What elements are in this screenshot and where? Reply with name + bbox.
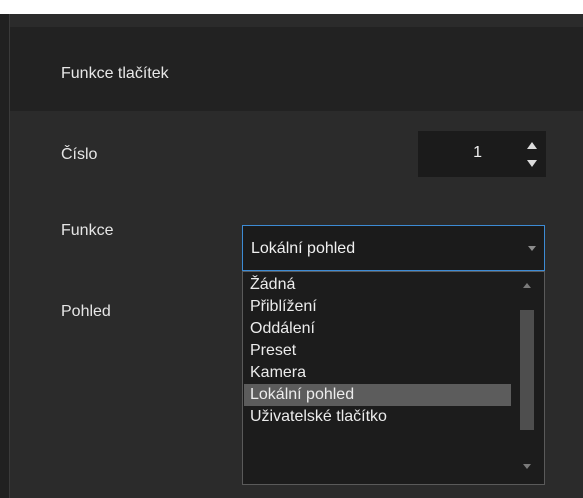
chevron-down-icon[interactable]: [520, 226, 544, 270]
dropdown-scrollbar[interactable]: [512, 273, 543, 483]
function-select[interactable]: Lokální pohled: [242, 225, 545, 271]
scroll-down-icon[interactable]: [520, 459, 534, 473]
panel-title: Funkce tlačítek: [61, 65, 169, 82]
option-user-button[interactable]: Uživatelské tlačítko: [244, 406, 511, 428]
view-label: Pohled: [61, 303, 111, 320]
option-zoom-in[interactable]: Přiblížení: [244, 296, 511, 318]
button-functions-panel: Funkce tlačítek Číslo 1 Funkce Lokální p…: [9, 14, 583, 498]
panel-header: Funkce tlačítek: [10, 27, 583, 111]
option-camera[interactable]: Kamera: [244, 362, 511, 384]
option-preset[interactable]: Preset: [244, 340, 511, 362]
top-strip: [0, 0, 583, 14]
spin-down-icon[interactable]: [524, 155, 540, 171]
number-value[interactable]: 1: [473, 144, 482, 162]
option-local-view[interactable]: Lokální pohled: [244, 384, 511, 406]
spin-up-icon[interactable]: [524, 137, 540, 153]
function-select-value[interactable]: Lokální pohled: [251, 240, 355, 258]
number-spinbox[interactable]: 1: [418, 131, 546, 177]
function-label: Funkce: [61, 222, 114, 239]
scroll-up-icon[interactable]: [520, 278, 534, 292]
number-label: Číslo: [61, 146, 98, 163]
scrollbar-thumb[interactable]: [520, 310, 534, 430]
option-none[interactable]: Žádná: [244, 274, 511, 296]
function-dropdown-list[interactable]: Žádná Přiblížení Oddálení Preset Kamera …: [242, 271, 545, 485]
option-zoom-out[interactable]: Oddálení: [244, 318, 511, 340]
